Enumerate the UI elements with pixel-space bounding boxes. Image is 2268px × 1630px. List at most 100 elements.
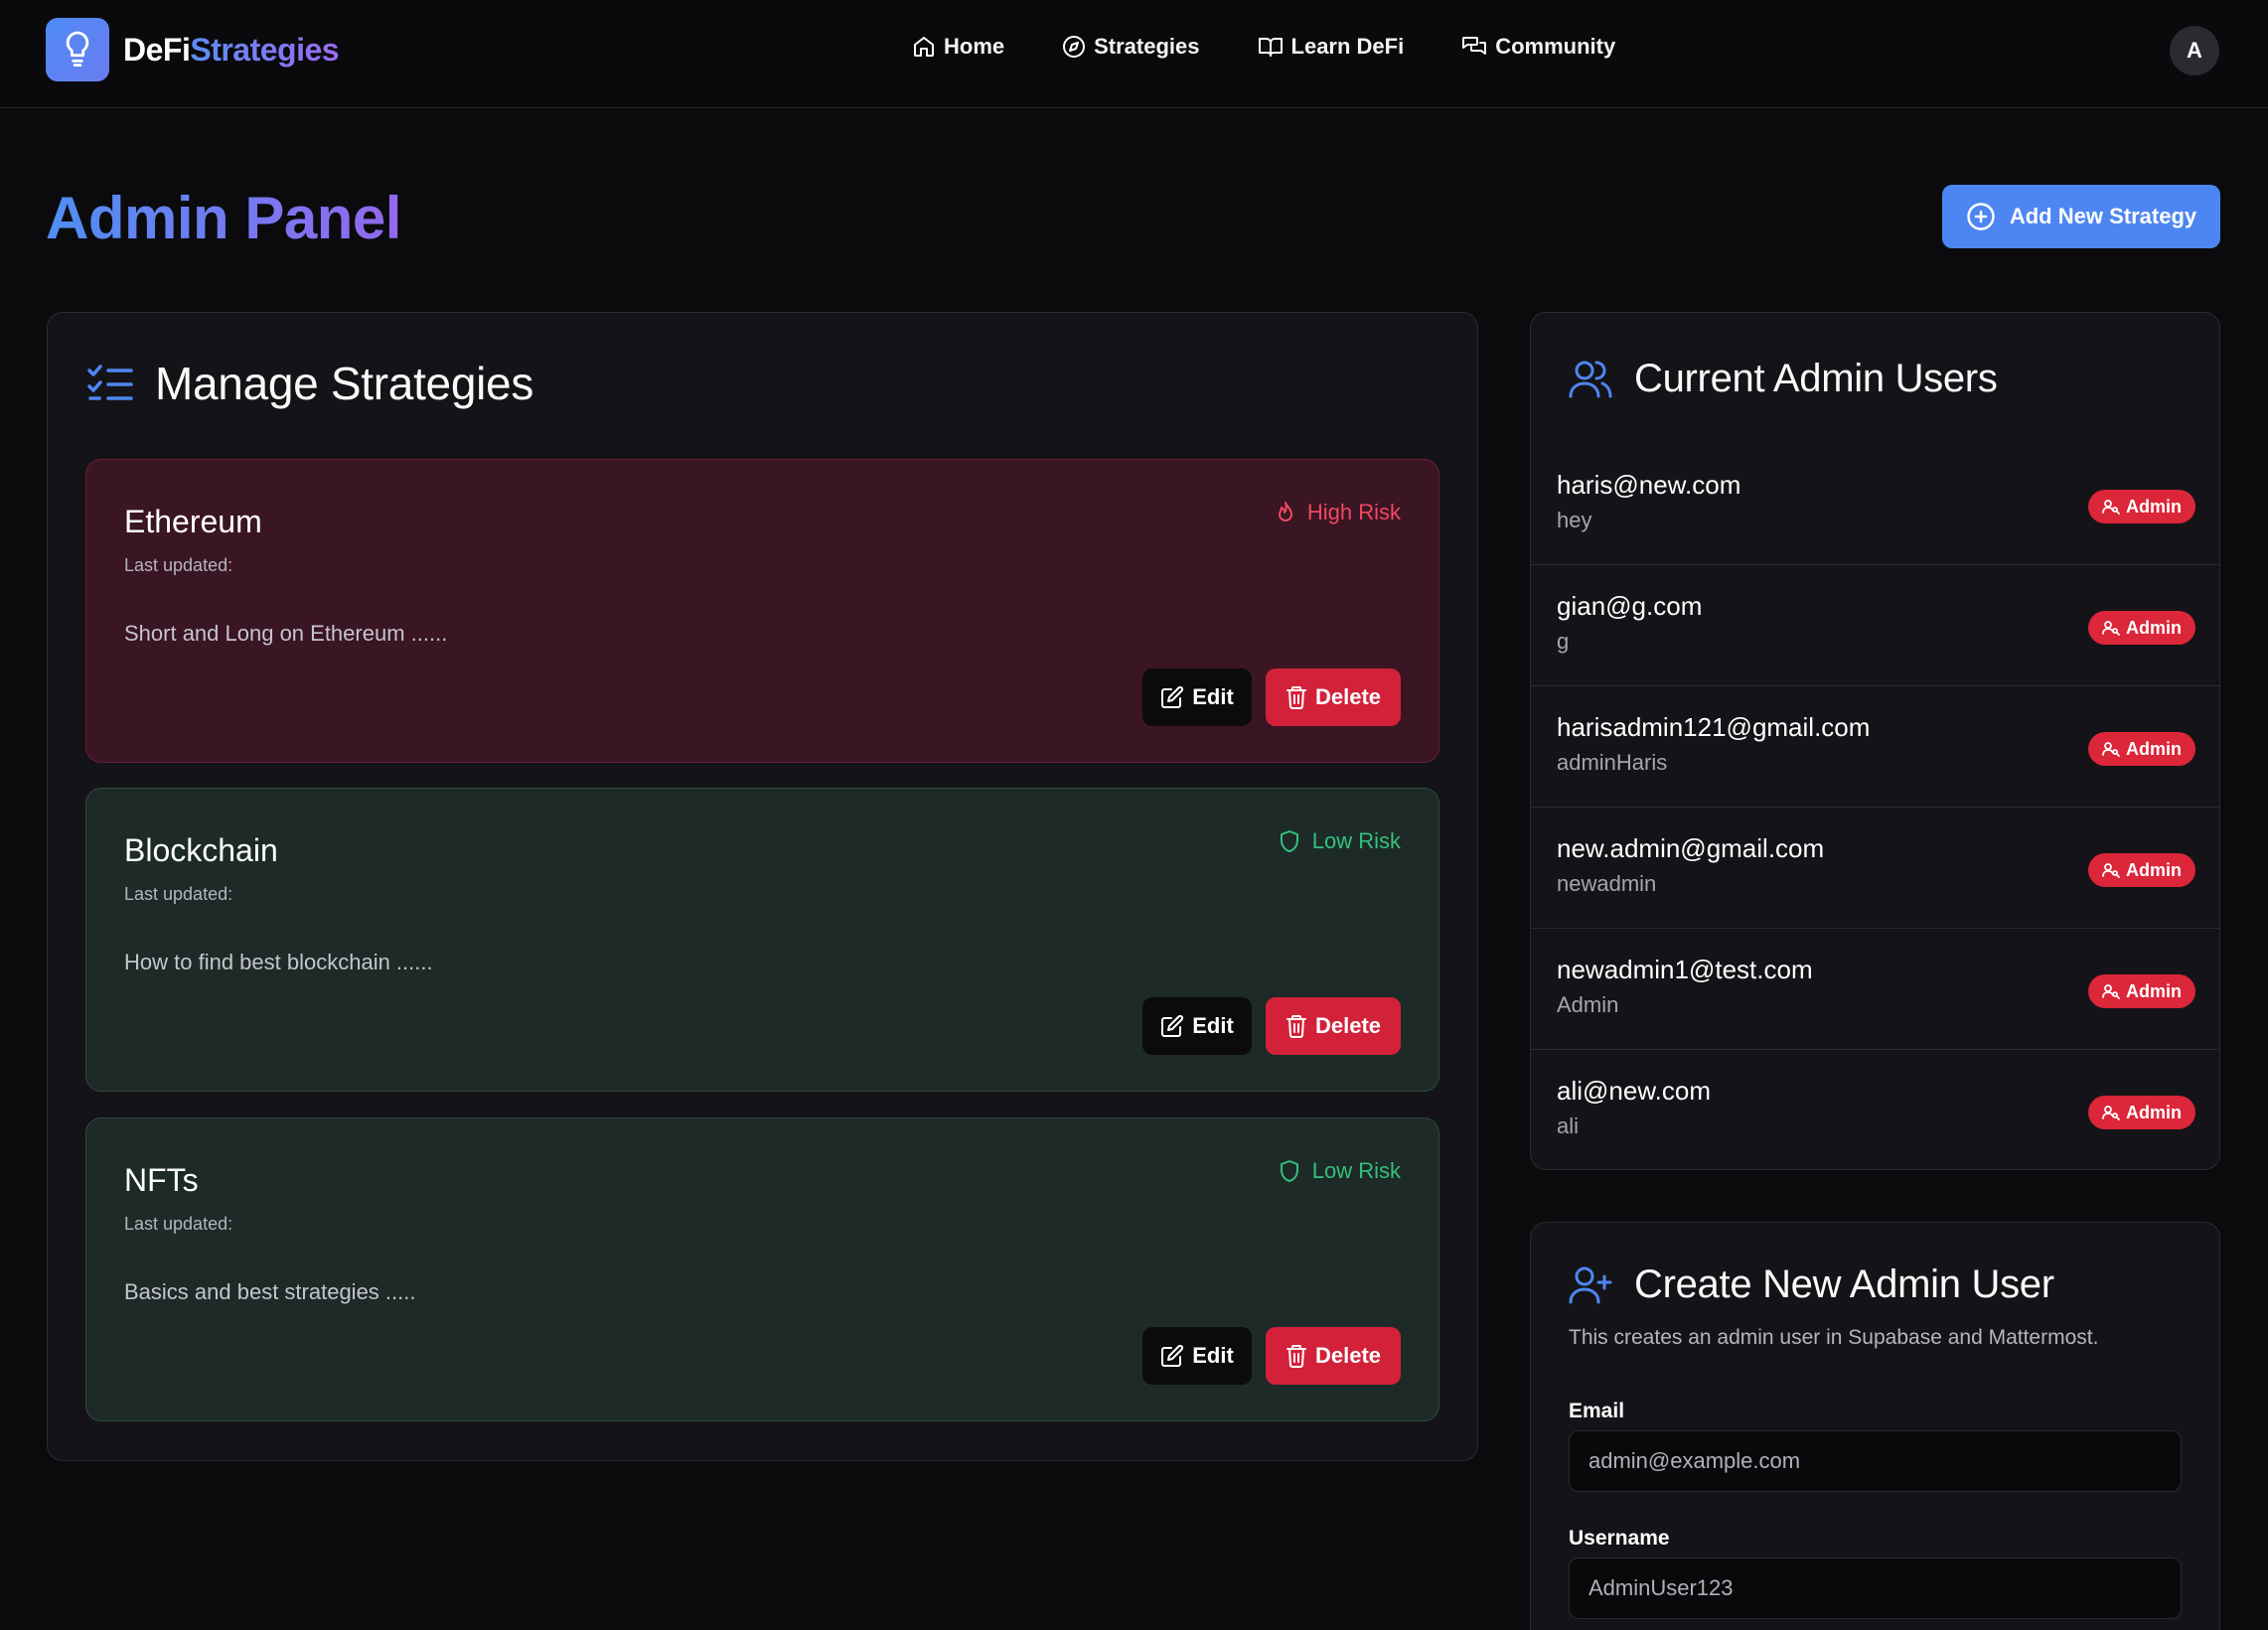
strategy-actions: Edit Delete — [1142, 668, 1401, 726]
risk-label: Low Risk — [1311, 1158, 1401, 1183]
strategy-name: NFTs — [124, 1162, 199, 1198]
brand-name: DeFiStrategies — [123, 31, 340, 69]
trash-icon — [1285, 1014, 1307, 1038]
nav-home[interactable]: Home — [912, 34, 1004, 60]
risk-label: High Risk — [1306, 500, 1401, 524]
edit-button[interactable]: Edit — [1142, 997, 1252, 1055]
user-key-icon — [2102, 499, 2120, 515]
edit-label: Edit — [1192, 1013, 1234, 1038]
strategy-updated: Last updated: — [124, 884, 233, 904]
shield-icon — [1279, 1159, 1300, 1183]
admin-badge: Admin — [2088, 853, 2195, 887]
username-field[interactable] — [1569, 1557, 2182, 1619]
edit-button[interactable]: Edit — [1142, 668, 1252, 726]
brand-name-part2: Strategies — [190, 31, 340, 68]
username-label: Username — [1569, 1527, 1670, 1550]
admin-username: newadmin — [1557, 871, 1657, 896]
admin-user-row[interactable]: haris@new.com hey Admin — [1531, 444, 2219, 565]
user-avatar[interactable]: A — [2170, 26, 2219, 75]
admin-badge-label: Admin — [2126, 1102, 2182, 1122]
delete-label: Delete — [1314, 1343, 1382, 1368]
checklist-icon — [87, 365, 133, 402]
nav-community[interactable]: Community — [1461, 34, 1615, 60]
add-new-strategy-label: Add New Strategy — [2009, 204, 2197, 228]
admin-badge: Admin — [2088, 611, 2195, 645]
nav-strategies-label: Strategies — [1094, 34, 1200, 59]
strategy-updated: Last updated: — [124, 1214, 233, 1234]
trash-icon — [1285, 685, 1307, 709]
delete-button[interactable]: Delete — [1266, 668, 1401, 726]
strategy-name: Blockchain — [124, 832, 278, 868]
admin-badge-label: Admin — [2126, 738, 2182, 759]
email-field[interactable] — [1569, 1430, 2182, 1492]
nav-community-label: Community — [1495, 34, 1616, 59]
current-admins-header: Current Admin Users — [1569, 357, 1998, 401]
admin-email: harisadmin121@gmail.com — [1557, 712, 1871, 742]
edit-label: Edit — [1192, 684, 1234, 709]
create-admin-panel: Create New Admin User This creates an ad… — [1530, 1222, 2220, 1630]
nav-strategies[interactable]: Strategies — [1062, 34, 1200, 60]
admin-username: ali — [1557, 1113, 1580, 1138]
manage-strategies-header: Manage Strategies — [87, 357, 533, 410]
admin-user-row[interactable]: harisadmin121@gmail.com adminHaris Admin — [1531, 686, 2219, 808]
top-navbar: DeFiStrategies Home Strategies Learn DeF… — [0, 0, 2268, 108]
brand-name-part1: DeFi — [123, 31, 191, 68]
strategy-description: How to find best blockchain ...... — [124, 950, 433, 974]
admin-badge: Admin — [2088, 732, 2195, 766]
risk-badge: High Risk — [1276, 500, 1401, 525]
add-new-strategy-button[interactable]: Add New Strategy — [1942, 185, 2220, 248]
admin-email: new.admin@gmail.com — [1557, 833, 1825, 863]
admin-username: adminHaris — [1557, 750, 1668, 775]
admin-badge: Admin — [2088, 974, 2195, 1008]
edit-label: Edit — [1192, 1343, 1234, 1368]
admin-user-row[interactable]: new.admin@gmail.com newadmin Admin — [1531, 808, 2219, 929]
admin-badge-label: Admin — [2126, 859, 2182, 880]
page-title: Admin Panel — [46, 183, 401, 254]
user-plus-icon — [1569, 1264, 1612, 1306]
create-admin-title: Create New Admin User — [1634, 1262, 2054, 1306]
lightbulb-icon — [46, 18, 109, 81]
risk-badge: Low Risk — [1279, 828, 1401, 854]
risk-label: Low Risk — [1311, 828, 1401, 853]
edit-button[interactable]: Edit — [1142, 1327, 1252, 1385]
strategy-card-ethereum: Ethereum Last updated: Short and Long on… — [85, 459, 1439, 763]
manage-strategies-panel: Manage Strategies Ethereum Last updated:… — [47, 312, 1478, 1461]
strategy-updated: Last updated: — [124, 555, 233, 575]
delete-button[interactable]: Delete — [1266, 997, 1401, 1055]
admin-username: hey — [1557, 508, 1592, 532]
brand-logo[interactable]: DeFiStrategies — [46, 18, 340, 81]
create-admin-subtitle: This creates an admin user in Supabase a… — [1569, 1326, 2099, 1349]
create-admin-header: Create New Admin User — [1569, 1262, 2054, 1307]
admin-user-row[interactable]: ali@new.com ali Admin — [1531, 1050, 2219, 1171]
edit-icon — [1160, 1014, 1184, 1038]
risk-badge: Low Risk — [1279, 1158, 1401, 1184]
admin-email: haris@new.com — [1557, 470, 1741, 500]
plus-circle-icon — [1966, 202, 1996, 231]
book-icon — [1258, 35, 1284, 59]
delete-button[interactable]: Delete — [1266, 1327, 1401, 1385]
strategy-actions: Edit Delete — [1142, 1327, 1401, 1385]
current-admins-panel: Current Admin Users haris@new.com hey Ad… — [1530, 312, 2220, 1170]
delete-label: Delete — [1314, 684, 1382, 709]
strategy-card-blockchain: Blockchain Last updated: How to find bes… — [85, 788, 1439, 1092]
admin-email: newadmin1@test.com — [1557, 955, 1813, 984]
strategy-card-nfts: NFTs Last updated: Basics and best strat… — [85, 1117, 1439, 1421]
admin-email: gian@g.com — [1557, 591, 1703, 621]
email-label: Email — [1569, 1400, 1625, 1422]
user-key-icon — [2102, 862, 2120, 878]
strategy-name: Ethereum — [124, 504, 262, 539]
user-key-icon — [2102, 620, 2120, 636]
nav-learn-defi[interactable]: Learn DeFi — [1258, 34, 1404, 60]
strategy-description: Short and Long on Ethereum ...... — [124, 621, 448, 646]
current-admins-title: Current Admin Users — [1634, 357, 1998, 400]
nav-home-label: Home — [944, 34, 1005, 59]
user-key-icon — [2102, 1105, 2120, 1120]
main-nav: Home Strategies Learn DeFi Community — [912, 34, 1615, 60]
edit-icon — [1160, 1344, 1184, 1368]
trash-icon — [1285, 1344, 1307, 1368]
admin-user-row[interactable]: gian@g.com g Admin — [1531, 565, 2219, 686]
admin-badge-label: Admin — [2126, 617, 2182, 638]
admin-email: ali@new.com — [1557, 1076, 1712, 1106]
admin-user-row[interactable]: newadmin1@test.com Admin Admin — [1531, 929, 2219, 1050]
strategy-actions: Edit Delete — [1142, 997, 1401, 1055]
